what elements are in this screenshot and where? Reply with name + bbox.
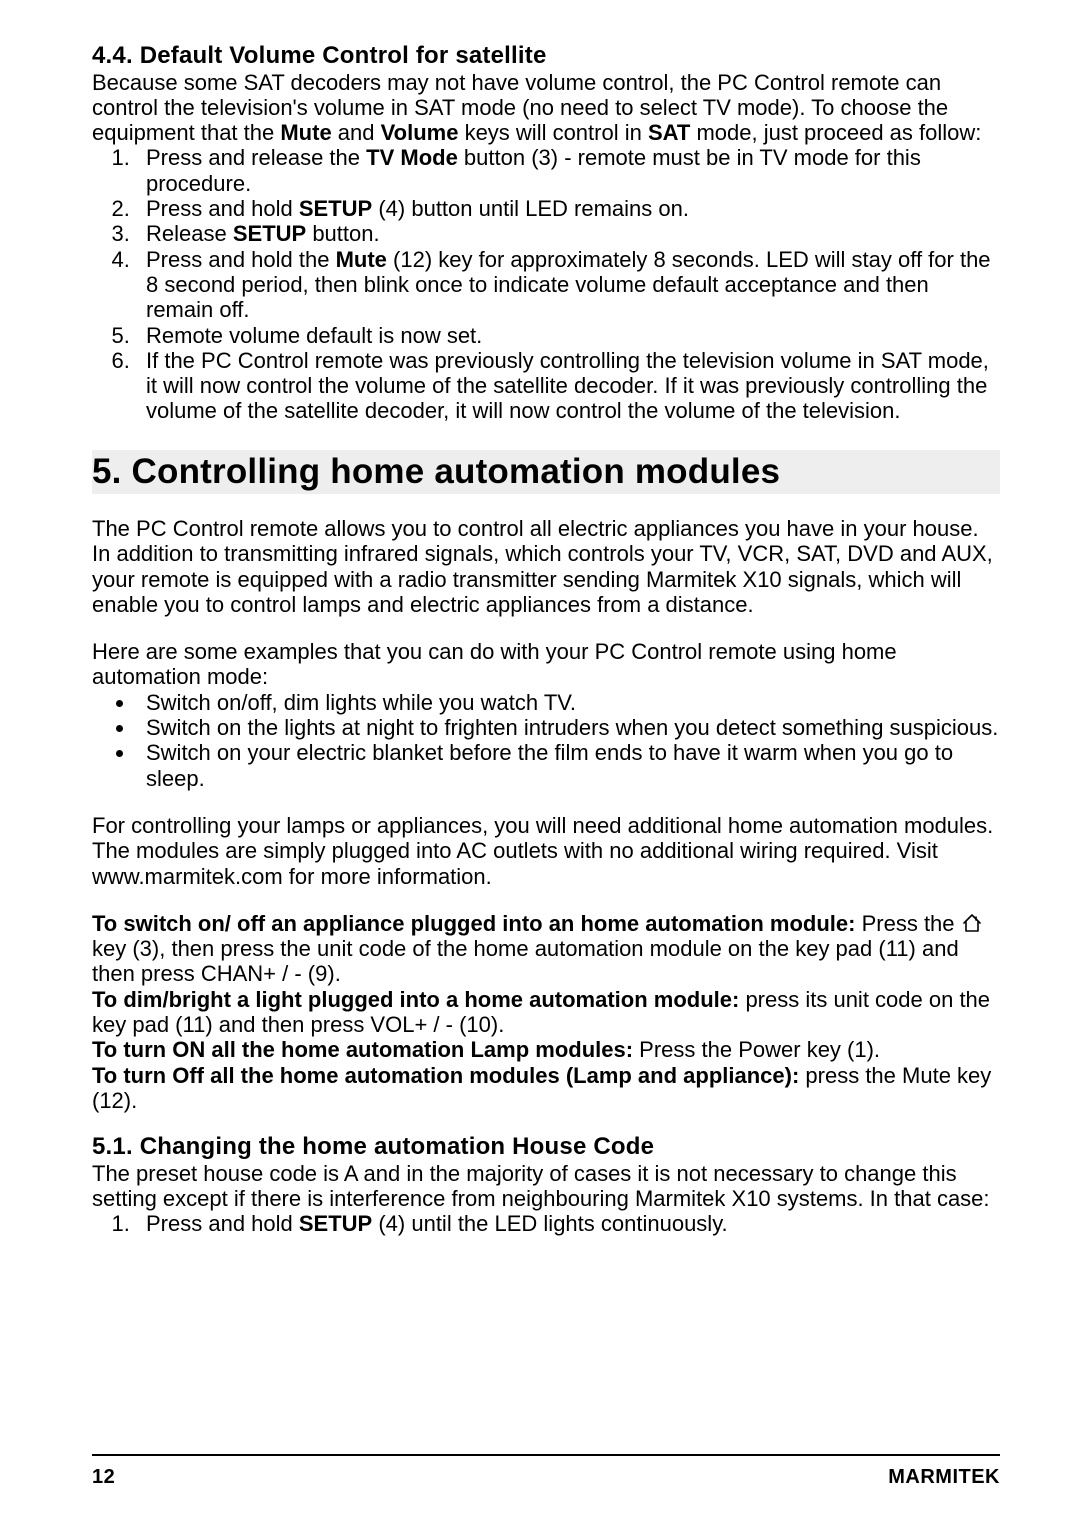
list-5-1: Press and hold SETUP (4) until the LED l… xyxy=(92,1211,1000,1236)
list-item: Press and release the TV Mode button (3)… xyxy=(136,145,1000,196)
text: Remote volume default is now set. xyxy=(146,323,482,348)
page-number: 12 xyxy=(92,1466,115,1489)
para-5-1: The PC Control remote allows you to cont… xyxy=(92,516,1000,617)
setup-keyword: SETUP xyxy=(299,196,372,221)
footer: 12 MARMITEK xyxy=(92,1454,1000,1489)
heading-4-4: 4.4. Default Volume Control for satellit… xyxy=(92,42,1000,70)
para-4-4-intro: Because some SAT decoders may not have v… xyxy=(92,70,1000,146)
mute-keyword: Mute xyxy=(280,120,331,145)
bullet-list-5: Switch on/off, dim lights while you watc… xyxy=(92,690,1000,791)
list-item: Press and hold SETUP (4) until the LED l… xyxy=(136,1211,1000,1236)
list-4-4: Press and release the TV Mode button (3)… xyxy=(92,145,1000,423)
text: keys will control in xyxy=(458,120,648,145)
volume-keyword: Volume xyxy=(381,120,459,145)
turn-on-label: To turn ON all the home automation Lamp … xyxy=(92,1037,633,1062)
house-icon xyxy=(961,913,983,933)
mute-keyword: Mute xyxy=(336,247,387,272)
list-item: Remote volume default is now set. xyxy=(136,323,1000,348)
brand-label: MARMITEK xyxy=(888,1466,1000,1489)
list-item: If the PC Control remote was previously … xyxy=(136,348,1000,424)
list-item: Switch on your electric blanket before t… xyxy=(136,740,1000,791)
list-item: Press and hold the Mute (12) key for app… xyxy=(136,247,1000,323)
tv-mode-keyword: TV Mode xyxy=(366,145,458,170)
dim-bright-label: To dim/bright a light plugged into a hom… xyxy=(92,987,739,1012)
sat-keyword: SAT xyxy=(648,120,690,145)
setup-keyword: SETUP xyxy=(233,221,306,246)
text: Press and hold xyxy=(146,1211,299,1236)
content: 4.4. Default Volume Control for satellit… xyxy=(92,42,1000,1454)
switch-on-off-label: To switch on/ off an appliance plugged i… xyxy=(92,911,855,936)
text: and xyxy=(332,120,381,145)
text: button. xyxy=(306,221,379,246)
text: key (3), then press the unit code of the… xyxy=(92,936,959,986)
page: 4.4. Default Volume Control for satellit… xyxy=(0,0,1080,1529)
text: Press and release the xyxy=(146,145,366,170)
text: Press the Power key (1). xyxy=(633,1037,880,1062)
list-item: Switch on/off, dim lights while you watc… xyxy=(136,690,1000,715)
text: mode, just proceed as follow: xyxy=(690,120,981,145)
text: Release xyxy=(146,221,233,246)
list-item: Release SETUP button. xyxy=(136,221,1000,246)
list-item: Press and hold SETUP (4) button until LE… xyxy=(136,196,1000,221)
para-5-3: For controlling your lamps or appliances… xyxy=(92,813,1000,889)
text: Press and hold the xyxy=(146,247,336,272)
list-item: Switch on the lights at night to frighte… xyxy=(136,715,1000,740)
text: Press and hold xyxy=(146,196,299,221)
para-5-2: Here are some examples that you can do w… xyxy=(92,639,1000,690)
text: If the PC Control remote was previously … xyxy=(146,348,989,424)
text: (4) button until LED remains on. xyxy=(372,196,689,221)
para-5-1-intro: The preset house code is A and in the ma… xyxy=(92,1161,1000,1212)
heading-5: 5. Controlling home automation modules xyxy=(92,450,1000,494)
turn-off-label: To turn Off all the home automation modu… xyxy=(92,1063,799,1088)
text: Press the xyxy=(855,911,960,936)
setup-keyword: SETUP xyxy=(299,1211,372,1236)
heading-5-1: 5.1. Changing the home automation House … xyxy=(92,1133,1000,1161)
instructions-block: To switch on/ off an appliance plugged i… xyxy=(92,911,1000,1113)
text: (4) until the LED lights continuously. xyxy=(372,1211,727,1236)
